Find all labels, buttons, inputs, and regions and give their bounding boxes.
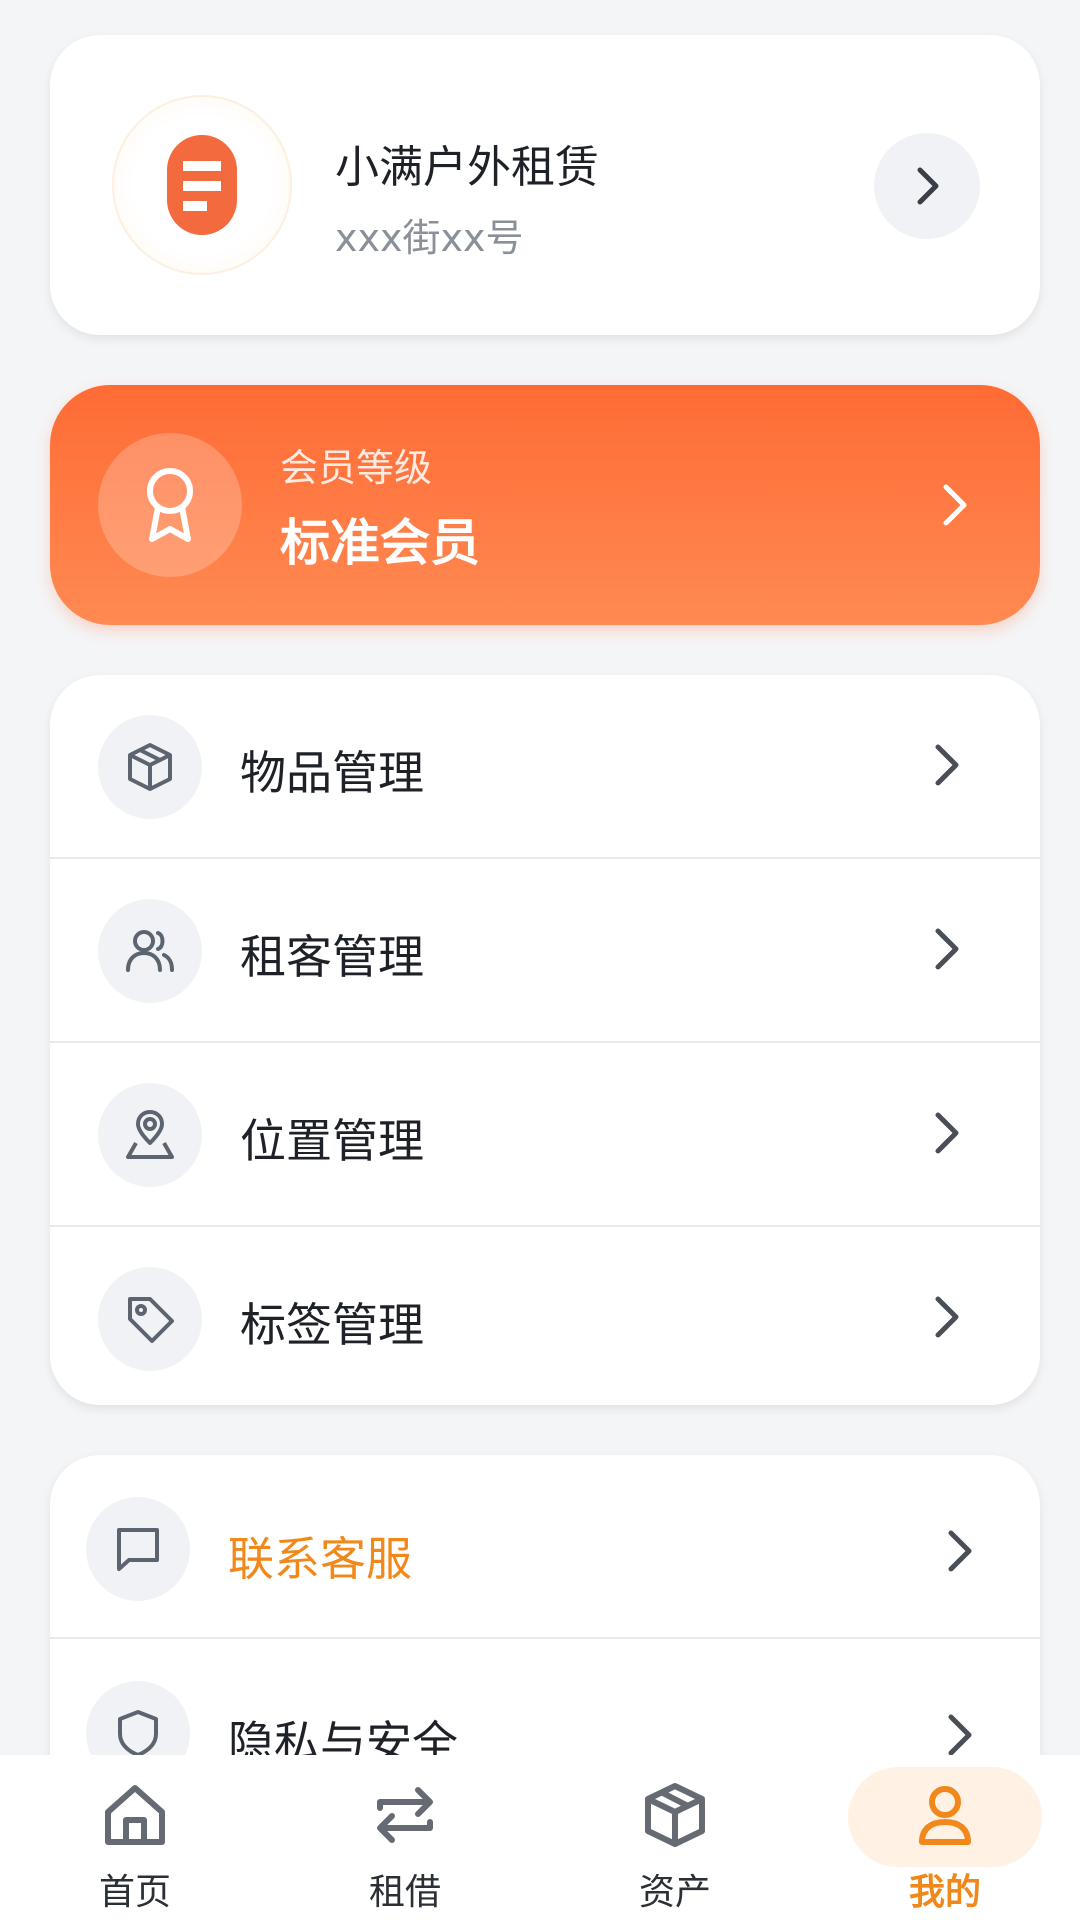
management-menu: 物品管理 租客管理 位置管理 标签管理 — [50, 675, 1040, 1405]
nav-item-rental[interactable]: 租借 — [270, 1755, 540, 1920]
nav-label: 资产 — [638, 1872, 711, 1913]
shop-name: 小满户外租赁 — [335, 142, 599, 193]
membership-label: 会员等级 — [280, 446, 433, 490]
membership-badge — [98, 433, 242, 577]
nav-label: 我的 — [908, 1872, 981, 1913]
swap-icon — [370, 1775, 440, 1855]
menu-item-locations[interactable]: 位置管理 — [50, 1043, 1040, 1227]
box-icon — [98, 715, 202, 819]
shop-logo-icon — [167, 135, 237, 235]
chevron-right-icon — [940, 481, 970, 533]
menu-item-items[interactable]: 物品管理 — [50, 675, 1040, 859]
message-icon — [86, 1497, 190, 1601]
menu-item-tenants[interactable]: 租客管理 — [50, 859, 1040, 1043]
award-icon — [147, 468, 193, 542]
chevron-right-icon — [945, 1527, 975, 1579]
menu-item-label: 租客管理 — [240, 930, 424, 984]
nav-item-profile[interactable]: 我的 — [810, 1755, 1080, 1920]
shop-card[interactable]: 小满户外租赁 xxx街xx号 — [50, 35, 1040, 335]
menu-item-tags[interactable]: 标签管理 — [50, 1227, 1040, 1405]
menu-item-label: 物品管理 — [240, 746, 424, 800]
membership-card[interactable]: 会员等级 标准会员 — [50, 385, 1040, 625]
tag-icon — [98, 1267, 202, 1371]
user-icon — [910, 1775, 980, 1855]
bottom-nav: 首页 租借 资产 我的 — [0, 1755, 1080, 1920]
menu-item-label: 标签管理 — [240, 1298, 424, 1352]
chevron-right-icon — [917, 167, 939, 205]
shop-detail-button[interactable] — [874, 133, 980, 239]
box-icon — [640, 1775, 710, 1855]
users-icon — [98, 899, 202, 1003]
shop-logo — [112, 95, 292, 275]
nav-label: 租借 — [368, 1872, 441, 1913]
chevron-right-icon — [932, 1109, 962, 1161]
nav-label: 首页 — [98, 1872, 171, 1913]
membership-level: 标准会员 — [280, 514, 480, 572]
menu-item-contact-support[interactable]: 联系客服 — [50, 1455, 1040, 1639]
menu-item-label: 位置管理 — [240, 1114, 424, 1168]
home-icon — [100, 1775, 170, 1855]
nav-item-assets[interactable]: 资产 — [540, 1755, 810, 1920]
location-pin-icon — [98, 1083, 202, 1187]
profile-page: 小满户外租赁 xxx街xx号 会员等级 标准会员 物品管理 租客管理 位置管理 … — [0, 0, 1080, 1920]
chevron-right-icon — [932, 1293, 962, 1345]
chevron-right-icon — [932, 741, 962, 793]
chevron-right-icon — [932, 925, 962, 977]
nav-item-home[interactable]: 首页 — [0, 1755, 270, 1920]
shop-address: xxx街xx号 — [335, 216, 524, 260]
menu-item-label: 联系客服 — [228, 1532, 412, 1586]
